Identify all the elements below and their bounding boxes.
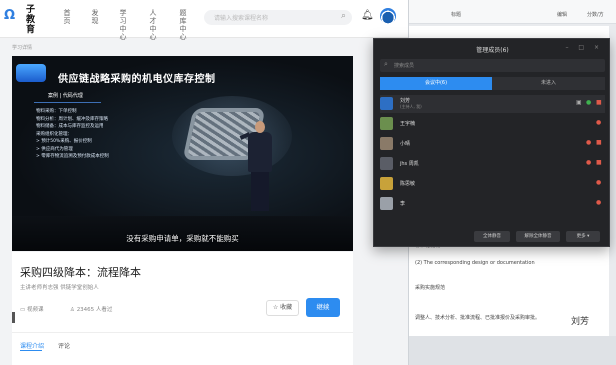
mic-off-icon[interactable]: ● [596,179,601,186]
member-search-input[interactable]: ⌕ 搜索成员 [380,59,605,72]
learning-website: Ω 子 教 育 首 页 发 现 学 习 中 心 人 才 中 心 题 库 中 心 … [0,0,408,365]
logo-icon[interactable]: Ω [4,8,16,24]
course-subtitle: 主讲老师肖志强 供链学堂创始人 [20,285,99,291]
camera-off-icon[interactable]: ■ [596,139,602,146]
top-navbar: Ω 子 教 育 首 页 发 现 学 习 中 心 人 才 中 心 题 库 中 心 … [0,0,408,41]
manage-members-window: 管理成员(6) – □ × ⌕ 搜索成员 会议中(6) 未进入 刘芳 (主持人,… [373,38,610,247]
nav-learning-center[interactable]: 学 习 中 心 [118,9,128,41]
member-tabs: 会议中(6) 未进入 [380,77,605,90]
notification-bell-icon[interactable]: 🔔︎ [361,10,374,21]
slide-point: 物料储备：成本与库存监控及运用 [36,124,104,129]
camera-off-icon[interactable]: ■ [596,159,602,166]
nav-talent-center[interactable]: 人 才 中 心 [148,9,158,41]
document-toolbar: 标题 编辑 分数/方 [409,0,616,24]
member-name: jhs 周凯 [400,161,419,167]
screen: Ω 子 教 育 首 页 发 现 学 习 中 心 人 才 中 心 题 库 中 心 … [0,0,616,365]
member-row[interactable]: 刘芳 (主持人, 我) ▣ ● ■ [380,95,605,113]
member-row[interactable]: 李 ● [380,195,605,213]
more-button[interactable]: 更多 ▾ [566,231,600,242]
unmute-all-button[interactable]: 解除全体静音 [516,231,560,242]
tab-comments[interactable]: 评论 [58,341,70,350]
doc-line: 采购实施规范 [415,285,446,291]
video-icon: ▭ [20,307,27,313]
active-tab-indicator [20,350,42,351]
doc-column-edit[interactable]: 编辑 [557,11,567,18]
slide-point: > 预计50%采购、报价控制 [36,139,92,144]
search-icon: ⌕ [384,60,388,68]
video-subtitle: 没有采购申请单，采购就不能购买 [126,234,239,243]
member-row[interactable]: jhs 周凯 ● ■ [380,155,605,173]
mic-off-icon[interactable]: ● [596,119,601,126]
member-avatar [380,97,393,110]
member-row[interactable]: 陈思敏 ● [380,175,605,193]
mic-on-icon[interactable]: ● [586,99,591,106]
slide-point: > 零库存物流追溯及预付款成本控制 [36,154,109,159]
member-name: 陈思敏 [400,181,416,187]
member-avatar [380,157,393,170]
tab-course-intro[interactable]: 课程介绍 [20,341,44,350]
nav-question-bank[interactable]: 题 库 中 心 [178,9,188,41]
course-type: ▭ 视频课 [20,305,43,313]
people-icon: ♙ [70,307,77,313]
search-input[interactable]: 请输入搜索课程名称 ⌕ [204,10,352,25]
speaker-head [255,121,265,133]
breadcrumb[interactable]: 学习详情 [12,44,32,51]
mic-off-icon[interactable]: ● [586,159,591,166]
member-row[interactable]: 小晴 ● ■ [380,135,605,153]
user-avatar[interactable] [380,8,396,24]
course-type-label: 视频课 [26,307,44,313]
course-learners-label: 23465 人看过 [76,307,113,313]
doc-signature: 刘芳 [571,317,590,327]
accent-bar [12,312,15,323]
camera-off-icon[interactable]: ■ [596,99,602,106]
speaker-legs [251,171,269,211]
member-avatar [380,137,393,150]
course-title: 采购四级降本：流程降本 [20,266,141,279]
course-info-card: 采购四级降本：流程降本 主讲老师肖志强 供链学堂创始人 ▭ 视频课 ♙ 2346… [12,252,353,365]
member-search-placeholder: 搜索成员 [394,63,415,69]
member-name: 刘芳 [400,98,411,104]
mic-off-icon[interactable]: ● [596,199,601,206]
member-avatar [380,177,393,190]
member-name: 小晴 [400,141,411,147]
search-placeholder: 请输入搜索课程名称 [214,15,269,22]
video-player[interactable]: 供应链战略采购的机电仪库存控制 案例 | 代码代理 物料采购：下单控制 物料分析… [12,56,353,251]
doc-column-score[interactable]: 分数/方 [587,11,604,18]
video-logo-badge [16,64,46,82]
screen-share-icon[interactable]: ▣ [576,99,582,106]
video-slide-title: 供应链战略采购的机电仪库存控制 [58,74,216,85]
member-name: 李 [400,201,406,207]
member-row[interactable]: 王宇楠 ● [380,115,605,133]
video-slide-points: 物料采购：下单控制 物料分析：周计划、缓冲及库存策略 物料储备：成本与库存监控及… [36,108,109,161]
slide-point: 物料采购：下单控制 [36,109,77,114]
member-avatar [380,117,393,130]
slide-point: 采购组织化管理： [36,131,72,137]
window-controls[interactable]: – □ × [565,44,603,51]
video-slide-section: 案例 | 代码代理 [34,92,101,103]
mic-off-icon[interactable]: ● [586,139,591,146]
member-role: (主持人, 我) [400,104,422,109]
doc-line: 调整人、技术分析、批准流程、已批准报价及采购审批。 [415,315,541,321]
tab-not-joined[interactable]: 未进入 [492,77,605,90]
mute-all-button[interactable]: 全体静音 [474,231,510,242]
logo-text[interactable]: 子 教 育 [26,5,38,35]
doc-column-title[interactable]: 标题 [451,11,461,18]
member-avatar [380,197,393,210]
continue-learning-button[interactable]: 继续 [306,298,340,317]
member-name: 王宇楠 [400,121,416,127]
speaker-body [248,132,272,172]
divider [12,332,353,333]
favorite-button[interactable]: ☆ 收藏 [266,300,299,316]
slide-point: 物料分析：周计划、缓冲及库存策略 [36,116,108,122]
course-learners: ♙ 23465 人看过 [70,305,112,313]
nav-home[interactable]: 首 页 [62,9,72,25]
nav-discover[interactable]: 发 现 [90,9,100,25]
doc-line: (2) The corresponding design or document… [415,260,535,266]
tab-in-meeting[interactable]: 会议中(6) [380,77,492,90]
search-icon[interactable]: ⌕ [341,11,346,21]
slide-point: > 供应商代为管理 [36,146,73,152]
document-footer [409,336,616,365]
